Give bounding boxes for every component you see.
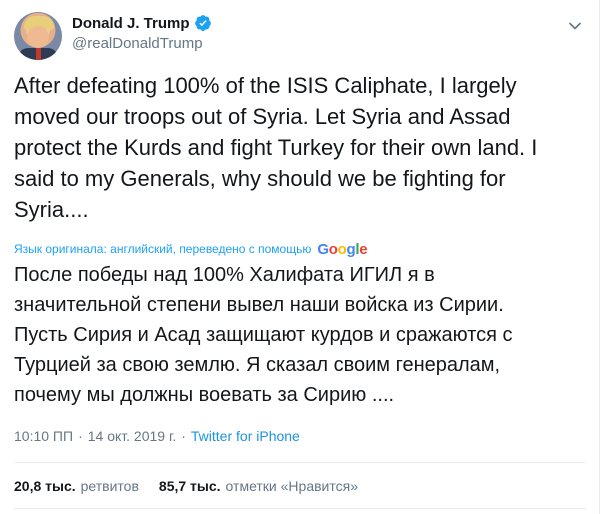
tweet-date[interactable]: 14 окт. 2019 г.	[88, 428, 177, 444]
likes-stat[interactable]: 85,7 тыс. отметки «Нравится»	[159, 478, 358, 494]
likes-label: отметки «Нравится»	[225, 478, 358, 494]
avatar-face	[27, 26, 49, 48]
avatar[interactable]	[14, 12, 62, 60]
tweet-header: Donald J. Trump @realDonaldTrump	[14, 6, 599, 64]
display-name[interactable]: Donald J. Trump	[72, 15, 190, 32]
author-names: Donald J. Trump @realDonaldTrump	[72, 14, 212, 52]
avatar-tie	[36, 48, 41, 60]
meta-separator: ·	[181, 428, 186, 444]
retweets-count: 20,8 тыс.	[14, 478, 76, 494]
meta-separator: ·	[78, 428, 83, 444]
divider	[14, 462, 586, 463]
translation-note-text: Язык оригинала: английский, переведено с…	[14, 242, 312, 256]
tweet-stats: 20,8 тыс. ретвитов 85,7 тыс. отметки «Нр…	[14, 478, 378, 494]
tweet-source-link[interactable]: Twitter for iPhone	[191, 428, 300, 444]
divider	[14, 508, 586, 509]
tweet-meta: 10:10 ПП · 14 окт. 2019 г. · Twitter for…	[14, 428, 300, 444]
likes-count: 85,7 тыс.	[158, 478, 221, 494]
retweets-stat[interactable]: 20,8 тыс. ретвитов	[14, 478, 139, 494]
retweets-label: ретвитов	[80, 478, 139, 494]
verified-badge-icon	[194, 15, 211, 31]
translated-text: После победы над 100% Халифата ИГИЛ я в …	[14, 264, 513, 406]
tweet-text: After defeating 100% of the ISIS Calipha…	[14, 73, 538, 222]
tweet-card: Donald J. Trump @realDonaldTrump After d…	[0, 0, 600, 514]
translation-note[interactable]: Язык оригинала: английский, переведено с…	[14, 240, 594, 258]
name-row: Donald J. Trump	[72, 14, 212, 32]
chevron-down-icon[interactable]	[565, 16, 585, 36]
tweet-time[interactable]: 10:10 ПП	[14, 428, 73, 444]
author-handle[interactable]: @realDonaldTrump	[72, 35, 212, 52]
google-logo: Google	[317, 240, 368, 258]
